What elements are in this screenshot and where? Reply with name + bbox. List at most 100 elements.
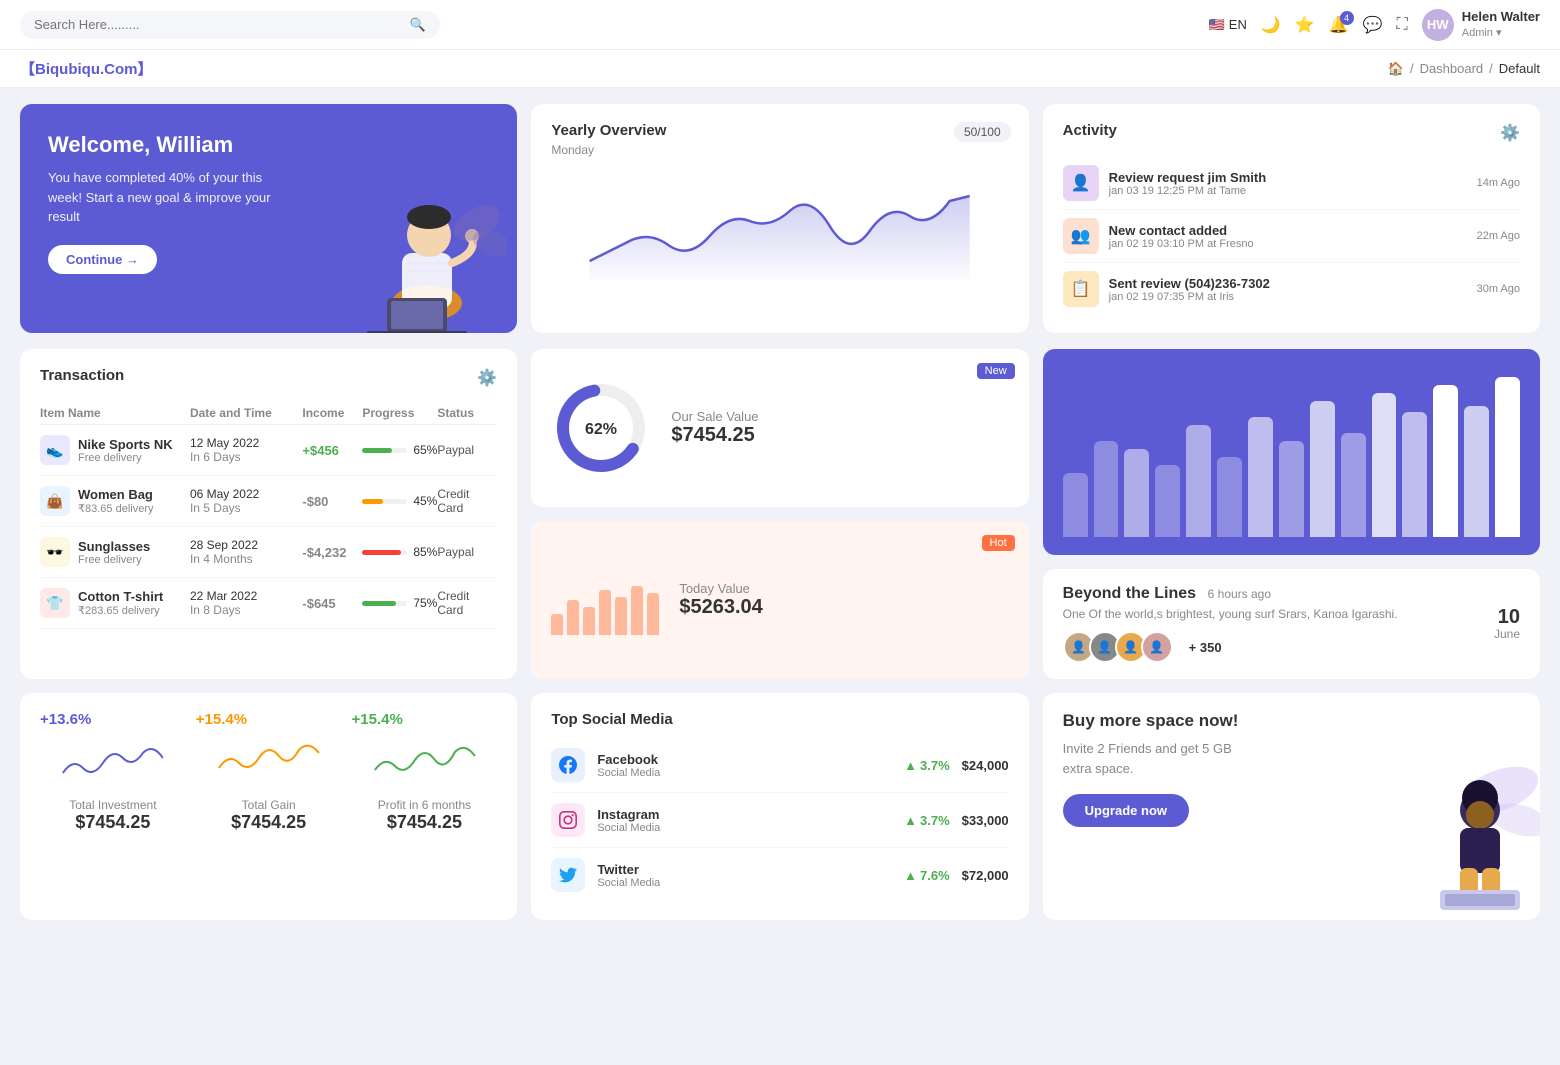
activity-title-3: Sent review (504)236-7302 bbox=[1109, 276, 1467, 291]
header-icons: 🇺🇸 EN 🌙 ⭐ 🔔 4 💬 ⛶ HW Helen Walter Admin … bbox=[1209, 9, 1540, 41]
item-sub-1: Free delivery bbox=[78, 452, 173, 464]
fullscreen-icon[interactable]: ⛶ bbox=[1397, 16, 1408, 34]
bc-bar-4 bbox=[1155, 465, 1180, 537]
upgrade-button[interactable]: Upgrade now bbox=[1063, 794, 1189, 827]
bc-bar-11 bbox=[1372, 393, 1397, 537]
bc-bar-9 bbox=[1310, 401, 1335, 537]
item-cell-1: 👟 Nike Sports NK Free delivery bbox=[40, 435, 190, 465]
status-3: Paypal bbox=[437, 545, 497, 559]
table-header: Item Name Date and Time Income Progress … bbox=[40, 402, 497, 425]
date-cell-4: 22 Mar 2022 In 8 Days bbox=[190, 589, 302, 617]
table-row: 👜 Women Bag ₹83.65 delivery 06 May 2022 … bbox=[40, 476, 497, 527]
social-info-instagram: Instagram Social Media bbox=[597, 807, 892, 834]
bar-chart-card bbox=[1043, 349, 1540, 555]
beyond-avatars: 👤 👤 👤 👤 bbox=[1063, 631, 1173, 663]
activity-settings-icon[interactable]: ⚙️ bbox=[1500, 123, 1520, 143]
dark-mode-toggle[interactable]: 🌙 bbox=[1261, 15, 1281, 35]
search-input[interactable] bbox=[34, 17, 402, 32]
sparkline-grid: +13.6% Total Investment $7454.25 +15.4% … bbox=[40, 711, 497, 833]
beyond-date-block: 10 June bbox=[1494, 607, 1520, 641]
today-label: Today Value bbox=[679, 581, 762, 596]
instagram-name: Instagram bbox=[597, 807, 892, 822]
bc-bar-15 bbox=[1495, 377, 1520, 537]
beyond-footer: 👤 👤 👤 👤 + 350 bbox=[1063, 631, 1480, 663]
sale-label: Our Sale Value bbox=[671, 409, 758, 424]
transaction-header: Transaction ⚙️ bbox=[40, 367, 497, 388]
bc-bar-3 bbox=[1124, 449, 1149, 537]
item-cell-3: 🕶️ Sunglasses Free delivery bbox=[40, 537, 190, 567]
transaction-settings-icon[interactable]: ⚙️ bbox=[477, 368, 497, 388]
beyond-date: 10 bbox=[1494, 607, 1520, 627]
search-bar[interactable]: 🔍 bbox=[20, 11, 440, 39]
yearly-overview-card: Yearly Overview Monday 50/100 bbox=[531, 104, 1028, 333]
progress-cell-4: 75% bbox=[362, 596, 437, 610]
notification-bell[interactable]: 🔔 4 bbox=[1329, 15, 1349, 35]
sparkline-card: +13.6% Total Investment $7454.25 +15.4% … bbox=[20, 693, 517, 920]
transaction-card: Transaction ⚙️ Item Name Date and Time I… bbox=[20, 349, 517, 679]
activity-detail-1: jan 03 19 12:25 PM at Tame bbox=[1109, 185, 1467, 197]
bc-bar-5 bbox=[1186, 425, 1211, 537]
item-sub-3: Free delivery bbox=[78, 554, 150, 566]
buyspace-desc: Invite 2 Friends and get 5 GB extra spac… bbox=[1063, 739, 1243, 778]
welcome-figure bbox=[347, 163, 507, 333]
sparkline-label-3: Profit in 6 months bbox=[352, 798, 498, 812]
welcome-title: Welcome, William bbox=[48, 132, 497, 158]
row1: Welcome, William You have completed 40% … bbox=[0, 88, 1560, 349]
activity-card: Activity ⚙️ 👤 Review request jim Smith j… bbox=[1043, 104, 1540, 333]
language-selector[interactable]: 🇺🇸 EN bbox=[1209, 17, 1247, 33]
home-icon[interactable]: 🏠 bbox=[1388, 61, 1404, 77]
donut-chart: 62% bbox=[551, 378, 651, 478]
message-icon[interactable]: 💬 bbox=[1363, 15, 1383, 35]
bar-6 bbox=[631, 586, 643, 635]
col-item-name: Item Name bbox=[40, 406, 190, 420]
twitter-amount: $72,000 bbox=[962, 868, 1009, 883]
breadcrumb-bar: 【Biqubiqu.Com】 🏠 / Dashboard / Default bbox=[0, 50, 1560, 88]
table-row: 👟 Nike Sports NK Free delivery 12 May 20… bbox=[40, 425, 497, 476]
sparkline-label-1: Total Investment bbox=[40, 798, 186, 812]
instagram-icon bbox=[551, 803, 585, 837]
bc-bar-2 bbox=[1094, 441, 1119, 537]
user-role: Admin ▾ bbox=[1462, 26, 1540, 40]
beyond-desc: One Of the world,s brightest, young surf… bbox=[1063, 607, 1480, 621]
bookmark-icon[interactable]: ⭐ bbox=[1295, 15, 1315, 35]
col-income: Income bbox=[302, 406, 362, 420]
sparkline-3: +15.4% Profit in 6 months $7454.25 bbox=[352, 711, 498, 833]
progress-bar-3 bbox=[362, 550, 407, 555]
buy-space-card: Buy more space now! Invite 2 Friends and… bbox=[1043, 693, 1540, 920]
facebook-icon bbox=[551, 748, 585, 782]
income-1: +$456 bbox=[302, 443, 362, 458]
progress-bar-1 bbox=[362, 448, 407, 453]
beyond-title: Beyond the Lines bbox=[1063, 585, 1196, 602]
sparkline-pct-2: +15.4% bbox=[196, 711, 342, 728]
sparkline-value-1: $7454.25 bbox=[40, 812, 186, 833]
income-2: -$80 bbox=[302, 494, 362, 509]
svg-text:62%: 62% bbox=[585, 421, 617, 438]
progress-fill-2 bbox=[362, 499, 382, 504]
yearly-chart bbox=[551, 171, 1008, 281]
breadcrumb-dashboard[interactable]: Dashboard bbox=[1420, 61, 1484, 76]
item-name-2: Women Bag bbox=[78, 487, 154, 502]
date-cell-1: 12 May 2022 In 6 Days bbox=[190, 436, 302, 464]
item-cell-4: 👕 Cotton T-shirt ₹283.65 delivery bbox=[40, 588, 190, 618]
item-icon-4: 👕 bbox=[40, 588, 70, 618]
progress-cell-2: 45% bbox=[362, 494, 437, 508]
activity-info-3: Sent review (504)236-7302 jan 02 19 07:3… bbox=[1109, 276, 1467, 303]
facebook-amount: $24,000 bbox=[962, 758, 1009, 773]
progress-cell-1: 65% bbox=[362, 443, 437, 457]
facebook-sub: Social Media bbox=[597, 767, 892, 779]
item-cell-2: 👜 Women Bag ₹83.65 delivery bbox=[40, 486, 190, 516]
item-sub-2: ₹83.65 delivery bbox=[78, 502, 154, 515]
item-icon-3: 🕶️ bbox=[40, 537, 70, 567]
continue-button[interactable]: Continue → bbox=[48, 245, 157, 274]
sparkline-area-1 bbox=[40, 738, 186, 788]
user-name: Helen Walter bbox=[1462, 9, 1540, 26]
user-avatar-wrap[interactable]: HW Helen Walter Admin ▾ bbox=[1422, 9, 1540, 41]
progress-fill-4 bbox=[362, 601, 396, 606]
lang-label: EN bbox=[1229, 17, 1247, 32]
progress-fill-1 bbox=[362, 448, 391, 453]
today-info: Today Value $5263.04 bbox=[679, 581, 762, 619]
brand-logo: 【Biqubiqu.Com】 bbox=[20, 58, 152, 79]
item-icon-2: 👜 bbox=[40, 486, 70, 516]
sale-value-card: New 62% Our Sale Value $7454.25 bbox=[531, 349, 1028, 507]
today-value: $5263.04 bbox=[679, 596, 762, 619]
